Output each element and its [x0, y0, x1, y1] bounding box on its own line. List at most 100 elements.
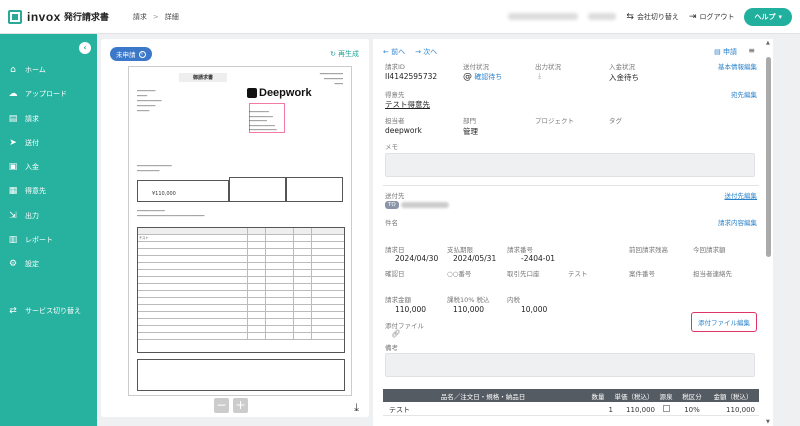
send-to-label: 送付先: [385, 192, 405, 200]
chevron-down-icon: ▾: [778, 12, 782, 21]
sidebar-item-switch-service[interactable]: ⇄ サービス切り替え: [8, 306, 81, 316]
output-download-icon: ⤓: [538, 71, 542, 80]
output-icon: ⇲: [9, 211, 17, 221]
doc-side-box: [285, 177, 343, 202]
owner-value: deepwork: [385, 126, 422, 135]
zoom-in-button[interactable]: +: [233, 398, 248, 413]
dept-value: 管理: [463, 127, 478, 136]
status-badge[interactable]: 未申請 i: [110, 47, 152, 61]
edit-attachment-button[interactable]: 添付ファイル編集: [691, 312, 757, 332]
contact-label: 担当者連絡先: [693, 270, 732, 278]
app-subtitle: 発行請求書: [63, 13, 109, 23]
refresh-icon: ↻: [330, 50, 336, 58]
edit-content-link[interactable]: 請求内容編集: [718, 217, 757, 227]
help-button[interactable]: ヘルプ ▾: [744, 7, 792, 26]
email-redacted: [401, 202, 449, 208]
menu-icon[interactable]: ≡: [748, 46, 755, 55]
upload-icon: ☁: [8, 89, 18, 99]
payment-status-label: 入金状況: [609, 63, 635, 71]
doc-total-amount: ¥110,000: [152, 191, 176, 197]
doc-tax-box: [229, 177, 287, 202]
scroll-down-icon[interactable]: ▼: [766, 419, 770, 425]
tax-value: 10,000: [521, 305, 548, 314]
doc-greeting: ━━━━━━━━━━━━━━━━━ ━━━━━━━━━━━: [137, 164, 172, 173]
doc-table-header: [138, 228, 344, 235]
home-icon: ⌂: [10, 65, 16, 75]
sidebar-item-home[interactable]: ⌂ ホーム: [8, 65, 46, 75]
doc-meta: ━━━━━━━━━━━ ━━━━━━━━━ ━━━━: [319, 72, 343, 86]
sidebar-item-output[interactable]: ⇲ 出力: [8, 211, 39, 221]
customer-label: 得意先: [385, 91, 405, 99]
tax-label: 内税: [507, 296, 520, 304]
oo-number-label: ○○番号: [447, 270, 472, 278]
sidebar-item-settings[interactable]: ⚙ 設定: [8, 259, 39, 269]
edit-recipient-link[interactable]: 宛先編集: [731, 89, 757, 99]
breadcrumb-separator: >: [152, 12, 159, 21]
prev-button[interactable]: ← 前へ: [383, 47, 405, 57]
app-name: invox: [27, 9, 61, 24]
main-content: 未申請 i ↻ 再生成 御請求書 ━━━━━━━━━━━ ━━━━━━━━━ ━━━…: [97, 34, 800, 426]
tag-label: タグ: [609, 117, 622, 125]
subject-label: 件名: [385, 219, 398, 227]
sidebar: ‹ ⌂ ホーム ☁ アップロード ▤ 請求 ➤ 送付 ▣ 入金 ▦ 得意先 ⇲ …: [0, 34, 97, 426]
doc-sub-info: ━━━━━━━━━━━━━━ ━━━━━━━━━━━━━━━━━━━━━━━━━━…: [137, 209, 205, 218]
at-icon: @: [463, 72, 472, 82]
info-icon: i: [138, 50, 146, 58]
owner-label: 担当者: [385, 117, 405, 125]
doc-company-logo: Deepwork: [247, 87, 312, 99]
edit-send-to-link[interactable]: 送付先編集: [725, 190, 758, 200]
breadcrumb: 請求 > 詳細: [133, 12, 179, 22]
memo-field[interactable]: [385, 153, 755, 177]
scroll-up-icon[interactable]: ▲: [766, 40, 770, 46]
customer-value[interactable]: テスト得意先: [385, 99, 430, 110]
sidebar-item-send[interactable]: ➤ 送付: [8, 138, 39, 148]
prev-balance-label: 前回請求残高: [629, 246, 668, 254]
invoice-id-label: 請求ID: [385, 63, 405, 71]
project-label: プロジェクト: [535, 117, 574, 125]
app-logo[interactable]: invox 発行請求書: [8, 9, 109, 24]
doc-table-row: テスト: [138, 235, 344, 242]
amount-label: 請求金額: [385, 296, 411, 304]
withholding-checkbox[interactable]: [662, 405, 670, 412]
collapse-sidebar-icon[interactable]: ‹: [79, 42, 91, 54]
taxed-value: 110,000: [453, 305, 485, 314]
zoom-out-button[interactable]: −: [214, 398, 229, 413]
send-status-label: 送付状況: [463, 63, 489, 71]
payment-icon: ▣: [8, 162, 18, 172]
doc-title: 御請求書: [179, 73, 228, 82]
doc-address: ━━━━━━━━━ ━━━━━ ━━━━━━━━━━━━ ━━━━━━━━━ ━━━━━…: [137, 89, 162, 113]
doc-items-table: テスト: [137, 227, 345, 353]
send-icon: ➤: [9, 138, 17, 148]
sidebar-item-invoice[interactable]: ▤ 請求: [8, 114, 39, 124]
scrollbar-thumb[interactable]: [766, 57, 771, 257]
dept-label: 部門: [463, 117, 476, 125]
table-row[interactable]: テスト 1 110,000 10% 110,000: [383, 404, 759, 416]
divider: [383, 185, 759, 186]
sidebar-item-report[interactable]: ▥ レポート: [8, 235, 53, 245]
sidebar-item-upload[interactable]: ☁ アップロード: [8, 89, 68, 99]
scrollbar[interactable]: ▲ ▼: [765, 39, 773, 426]
confirm-date-label: 確認日: [385, 270, 405, 278]
taxed-label: 課税10% 税込: [447, 296, 490, 304]
remarks-field[interactable]: [385, 353, 755, 377]
breadcrumb-invoice[interactable]: 請求: [133, 12, 147, 22]
invoice-icon: ▤: [8, 114, 18, 124]
invoice-document: 御請求書 ━━━━━━━━━━━ ━━━━━━━━━ ━━━━ ━━━━━━━━━ ━…: [128, 66, 352, 396]
regenerate-button[interactable]: ↻ 再生成: [330, 49, 359, 59]
next-button[interactable]: → 次へ: [415, 47, 437, 57]
logout-link[interactable]: ⇥ ログアウト: [689, 12, 735, 22]
apply-button[interactable]: ▤ 申請: [714, 47, 737, 57]
payment-status-value: 入金待ち: [609, 73, 639, 82]
download-icon[interactable]: ⤓: [354, 401, 359, 415]
doc-notes-box: [137, 359, 345, 391]
invoice-detail-panel: ← 前へ → 次へ ▤ 申請 ≡ 請求ID II4142595732 送付状況 …: [373, 39, 765, 426]
amount-value: 110,000: [395, 305, 427, 314]
switch-company-link[interactable]: ⇆ 会社切り替え: [626, 12, 679, 22]
invoice-preview-panel: 未申請 i ↻ 再生成 御請求書 ━━━━━━━━━━━ ━━━━━━━━━ ━━━…: [101, 39, 369, 417]
sidebar-item-customer[interactable]: ▦ 得意先: [8, 186, 46, 196]
due-date-value: 2024/05/31: [453, 254, 497, 263]
edit-basic-info-link[interactable]: 基本情報編集: [718, 61, 757, 71]
sidebar-item-payment[interactable]: ▣ 入金: [8, 162, 39, 172]
test-field-label: テスト: [568, 270, 588, 278]
invoice-date-value: 2024/04/30: [395, 254, 439, 263]
